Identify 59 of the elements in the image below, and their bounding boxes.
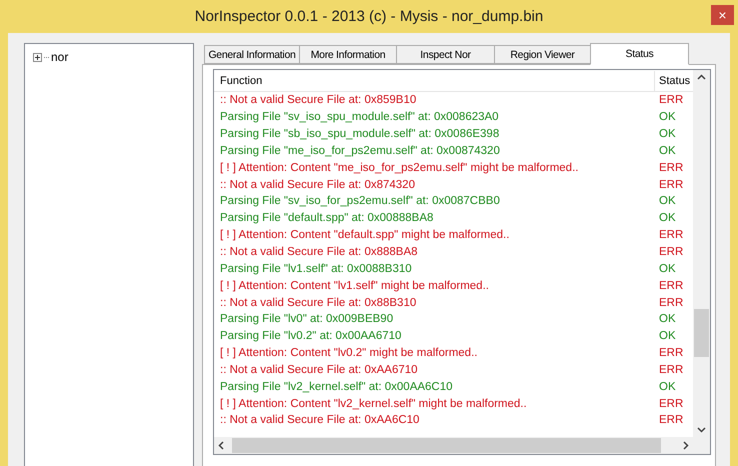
scroll-thumb[interactable] <box>232 438 661 453</box>
table-cell-text: Parsing File "sb_iso_spu_module.self" at: 0x0086E398 <box>219 128 500 140</box>
table-cell-text: ERR <box>658 94 684 106</box>
tab[interactable]: General Information <box>204 45 300 64</box>
table-cell-text: ERR <box>658 398 684 410</box>
scroll-thumb[interactable] <box>694 309 709 357</box>
table-cell-text: OK <box>658 380 677 393</box>
table-cell-text: OK <box>658 144 677 157</box>
table-cell-text: ERR <box>658 364 684 376</box>
tree-item[interactable]: nor <box>51 50 68 64</box>
close-button[interactable]: × <box>711 5 734 25</box>
table-cell-text: ERR <box>658 296 684 309</box>
scroll-up-icon[interactable] <box>697 74 706 80</box>
table-cell-text: OK <box>658 111 677 124</box>
table-cell-text: ERR <box>658 347 684 360</box>
table-cell-text: OK <box>658 195 677 208</box>
table-cell-text: Parsing File "lv2_kernel.self" at: 0x00AA6C10 <box>219 380 454 393</box>
table-cell-text: :: Not a valid Secure File at: 0xAA6C10 <box>219 414 420 426</box>
table-cell-text: Parsing File "sv_iso_for_ps2emu.self" at: 0x0087CBB0 <box>219 195 501 208</box>
scroll-right-icon[interactable] <box>683 441 689 450</box>
table-cell-text: [ ! ] Attention: Content "me_iso_for_ps2emu.self" might be malformed.. <box>219 162 580 174</box>
table-cell-text: OK <box>658 212 677 224</box>
tab[interactable]: Inspect Nor <box>396 45 495 64</box>
table-cell-text: ERR <box>658 246 684 258</box>
vertical-scrollbar[interactable] <box>693 70 710 437</box>
tab[interactable]: Region Viewer <box>494 45 591 64</box>
table-cell-text: Parsing File "me_iso_for_ps2emu.self" at: 0x00874320 <box>219 144 501 157</box>
table-cell-text: :: Not a valid Secure File at: 0x859B10 <box>219 94 418 106</box>
table-cell-text: ERR <box>658 178 684 191</box>
table-cell-text: Parsing File "default.spp" at: 0x00888BA8 <box>219 212 434 224</box>
table-cell-text: [ ! ] Attention: Content "lv0.2" might be malformed.. <box>219 347 478 360</box>
table-cell-text: [ ! ] Attention: Content "lv1.self" might be malformed.. <box>219 280 490 292</box>
table-cell-text: ERR <box>658 280 684 292</box>
tab[interactable]: More Information <box>299 45 397 64</box>
table-cell-text: OK <box>658 262 677 275</box>
table-cell-text: Parsing File "lv1.self" at: 0x0088B310 <box>219 262 413 275</box>
table-cell-text: Parsing File "lv0" at: 0x009BEB90 <box>219 313 394 326</box>
table-cell-text: [ ! ] Attention: Content "lv2_kernel.self" might be malformed.. <box>219 398 528 410</box>
table-cell-text: :: Not a valid Secure File at: 0x874320 <box>219 178 416 191</box>
scroll-down-icon[interactable] <box>697 427 706 433</box>
table-cell-text: [ ! ] Attention: Content "default.spp" might be malformed.. <box>219 229 510 242</box>
table-cell-text: ERR <box>658 414 684 426</box>
column-header[interactable]: Function <box>214 70 655 90</box>
table-cell-text: ERR <box>658 162 684 174</box>
window-title: NorInspector 0.0.1 - 2013 (c) - Mysis - nor_dump.bin <box>194 8 544 25</box>
scroll-left-icon[interactable] <box>218 441 224 450</box>
column-header[interactable]: Status <box>655 70 693 90</box>
table-cell-text: Parsing File "lv0.2" at: 0x00AA6710 <box>219 330 402 342</box>
table-cell-text: ERR <box>658 229 684 242</box>
table-cell-text: OK <box>658 313 677 326</box>
table-cell-text: OK <box>658 330 677 342</box>
table-cell-text: :: Not a valid Secure File at: 0x888BA8 <box>219 246 419 258</box>
table-cell-text: OK <box>658 128 677 140</box>
table-cell-text: :: Not a valid Secure File at: 0xAA6710 <box>219 364 419 376</box>
table-cell-text: Parsing File "sv_iso_spu_module.self" at: 0x008623A0 <box>219 111 500 124</box>
expand-icon[interactable] <box>33 52 42 62</box>
tab[interactable]: Status <box>590 43 689 65</box>
table-cell-text: :: Not a valid Secure File at: 0x88B310 <box>219 296 418 309</box>
horizontal-scrollbar[interactable] <box>214 437 710 454</box>
